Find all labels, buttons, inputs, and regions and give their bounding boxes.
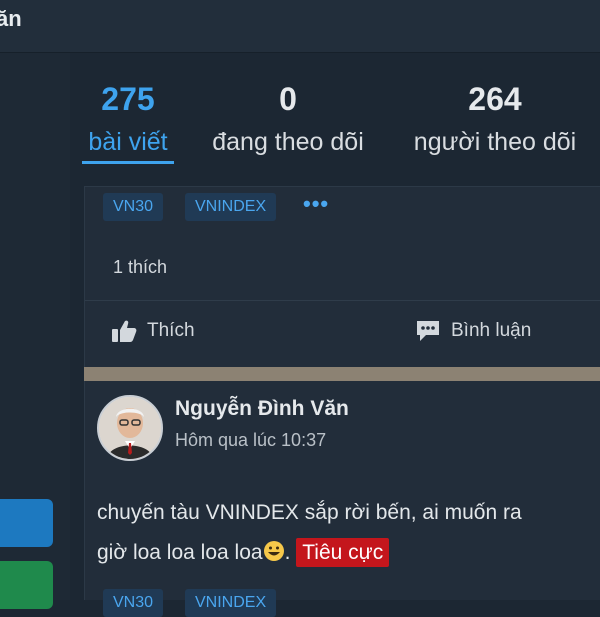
comment-icon	[415, 319, 441, 343]
post-card: Nguyễn Đình Văn Hôm qua lúc 10:37 chuyến…	[84, 381, 600, 617]
tag-vn30[interactable]: VN30	[103, 589, 164, 617]
sidebar-blue-button[interactable]	[0, 499, 53, 547]
sidebar	[0, 53, 70, 609]
like-label: Thích	[147, 320, 195, 341]
tab-followers[interactable]: 264 người theo dõi	[402, 53, 588, 157]
profile-name: ăn	[0, 6, 22, 31]
comment-button[interactable]: Bình luận	[415, 319, 531, 343]
post-text-line-2: giờ loa loa loa loa. Tiêu cực	[97, 533, 600, 573]
post-text: giờ loa loa loa loa	[97, 541, 263, 564]
active-tab-underline	[82, 161, 174, 164]
tab-posts[interactable]: 275 bài viết	[82, 53, 174, 164]
following-label: đang theo dõi	[212, 128, 364, 156]
sidebar-green-button[interactable]	[0, 561, 53, 609]
more-tags-icon[interactable]: •••	[303, 191, 329, 217]
post-body: chuyến tàu VNINDEX sắp rời bến, ai muốn …	[97, 493, 600, 573]
tag-vnindex[interactable]: VNINDEX	[185, 193, 277, 221]
top-bar: ăn	[0, 0, 600, 53]
followers-count: 264	[468, 81, 522, 117]
following-count: 0	[279, 81, 297, 117]
tag-vn30[interactable]: VN30	[103, 193, 164, 221]
divider	[85, 300, 600, 301]
post-text-line: chuyến tàu VNINDEX sắp rời bến, ai muốn …	[97, 501, 522, 524]
thumbs-up-icon	[111, 319, 137, 343]
posts-count: 275	[101, 81, 155, 117]
post-card: VN30 VNINDEX ••• 1 thích Thích Bình luận	[84, 186, 600, 367]
author-avatar[interactable]	[97, 395, 163, 461]
tab-following[interactable]: 0 đang theo dõi	[202, 53, 374, 157]
author-name[interactable]: Nguyễn Đình Văn	[175, 397, 349, 421]
like-count[interactable]: 1 thích	[113, 257, 167, 278]
comment-label: Bình luận	[451, 320, 532, 341]
grinning-face-icon	[263, 540, 285, 562]
profile-stats: 275 bài viết 0 đang theo dõi 264 người t…	[70, 53, 600, 185]
post-timestamp[interactable]: Hôm qua lúc 10:37	[175, 430, 326, 451]
post-text-tail: .	[284, 541, 291, 564]
post-separator	[84, 367, 600, 381]
tag-vnindex[interactable]: VNINDEX	[185, 589, 277, 617]
like-button[interactable]: Thích	[111, 319, 195, 343]
sentiment-badge: Tiêu cực	[296, 538, 390, 567]
followers-label: người theo dõi	[413, 128, 577, 156]
posts-label: bài viết	[88, 128, 168, 156]
